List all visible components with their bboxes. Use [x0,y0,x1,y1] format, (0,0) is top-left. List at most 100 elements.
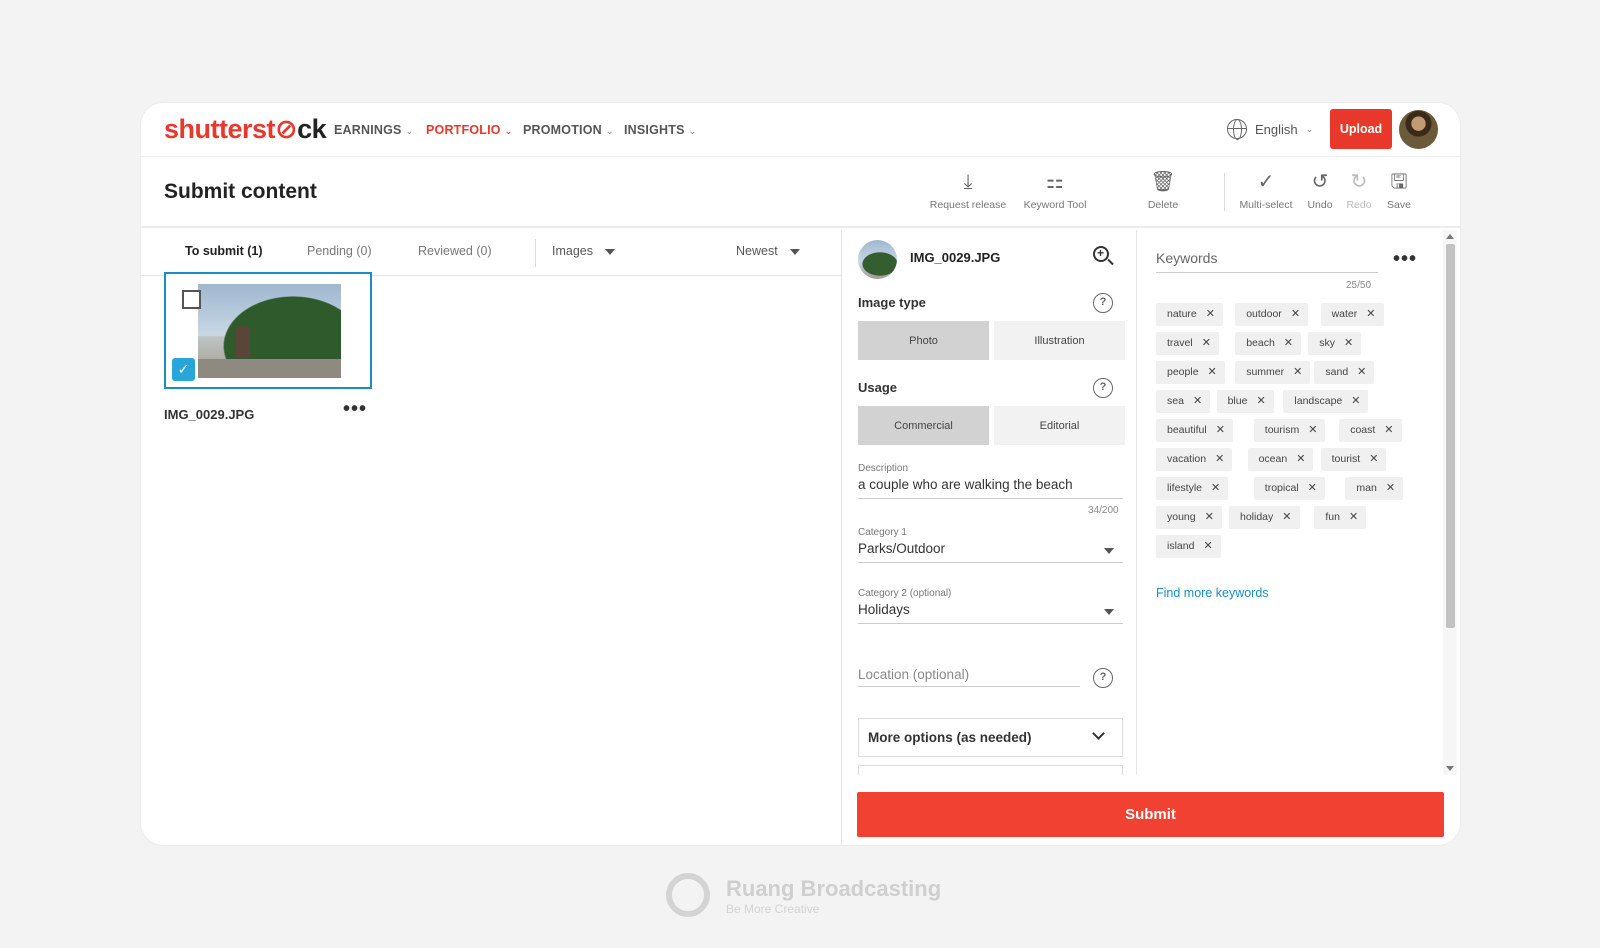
keyword-chip[interactable]: man ✕ [1345,477,1404,500]
caret-down-icon[interactable] [1104,609,1114,615]
nav-insights[interactable]: INSIGHTS ⌄ [624,123,696,137]
help-icon[interactable]: ? [1093,293,1113,313]
remove-keyword-icon[interactable]: ✕ [1386,482,1395,494]
remove-keyword-icon[interactable]: ✕ [1284,337,1293,349]
keyword-chip[interactable]: tropical ✕ [1253,477,1325,500]
keyword-chip[interactable]: beautiful ✕ [1156,419,1233,442]
remove-keyword-icon[interactable]: ✕ [1384,424,1393,436]
zoom-in-icon[interactable]: + [1093,246,1109,262]
request-release-button[interactable]: ⤓ Request release [925,171,1011,211]
form-scrollbar[interactable] [1443,230,1457,775]
asset-select-checkbox[interactable] [182,290,201,309]
tab-to-submit[interactable]: To submit (1) [185,244,263,258]
keyword-chip[interactable]: beach ✕ [1235,332,1302,355]
keyword-chip[interactable]: outdoor ✕ [1235,303,1309,326]
scroll-down-arrow-icon[interactable] [1446,766,1454,771]
multi-select-button[interactable]: ✓ Multi-select [1235,171,1297,211]
keyword-tool-button[interactable]: ⚏ Keyword Tool [1018,171,1092,211]
remove-keyword-icon[interactable]: ✕ [1296,453,1305,465]
usage-editorial-button[interactable]: Editorial [994,406,1125,445]
remove-keyword-icon[interactable]: ✕ [1256,395,1265,407]
usage-commercial-button[interactable]: Commercial [858,406,989,445]
remove-keyword-icon[interactable]: ✕ [1308,482,1317,494]
globe-icon [1227,119,1247,140]
keyword-chip[interactable]: sea ✕ [1156,390,1211,413]
nav-promotion[interactable]: PROMOTION ⌄ [523,123,614,137]
keyword-chip[interactable]: ocean ✕ [1247,448,1314,471]
keyword-chip[interactable]: summer ✕ [1235,361,1311,384]
keyword-chip[interactable]: holiday ✕ [1229,506,1300,529]
tab-pending[interactable]: Pending (0) [307,244,372,258]
keyword-chip[interactable]: blue ✕ [1216,390,1274,413]
remove-keyword-icon[interactable]: ✕ [1216,424,1225,436]
help-icon[interactable]: ? [1093,378,1113,398]
remove-keyword-icon[interactable]: ✕ [1282,511,1291,523]
keyword-chip[interactable]: water ✕ [1320,303,1384,326]
category1-select[interactable]: Parks/Outdoor [858,541,945,556]
upload-button[interactable]: Upload [1330,109,1392,149]
delete-button[interactable]: 🗑 Delete [1144,171,1182,211]
submit-button[interactable]: Submit [857,792,1444,837]
caret-down-icon[interactable] [1104,548,1114,554]
nav-earnings[interactable]: EARNINGS ⌄ [334,123,413,137]
help-icon[interactable]: ? [1093,668,1113,688]
remove-keyword-icon[interactable]: ✕ [1203,540,1212,552]
remove-keyword-icon[interactable]: ✕ [1215,453,1224,465]
nav-portfolio[interactable]: PORTFOLIO ⌄ [426,123,512,137]
shutterstock-logo[interactable]: shutterst⊘ck [164,114,327,145]
keyword-chip[interactable]: vacation ✕ [1156,448,1233,471]
more-options-icon[interactable]: ••• [343,398,367,421]
language-selector[interactable]: English ⌄ [1227,119,1313,140]
image-type-photo-button[interactable]: Photo [858,321,989,360]
keyword-chip[interactable]: travel ✕ [1156,332,1219,355]
keyword-chip[interactable]: coast ✕ [1339,419,1402,442]
image-type-illustration-button[interactable]: Illustration [994,321,1125,360]
undo-button[interactable]: ↺ Undo [1305,171,1335,211]
location-input[interactable] [858,663,1080,687]
keyword-chip[interactable]: sand ✕ [1314,361,1375,384]
keyword-chip[interactable]: tourism ✕ [1253,419,1326,442]
keywords-more-icon[interactable]: ••• [1393,249,1417,269]
remove-keyword-icon[interactable]: ✕ [1291,308,1300,320]
tab-reviewed[interactable]: Reviewed (0) [418,244,492,258]
remove-keyword-icon[interactable]: ✕ [1369,453,1378,465]
sort-dropdown[interactable]: Newest [736,244,800,258]
nav-portfolio-label: PORTFOLIO [426,123,501,137]
keyword-chip-label: holiday [1240,511,1274,523]
avatar[interactable] [1399,110,1438,149]
remove-keyword-icon[interactable]: ✕ [1344,337,1353,349]
more-options-toggle[interactable]: More options (as needed) [858,718,1123,757]
keyword-chip[interactable]: island ✕ [1156,535,1221,558]
category2-select[interactable]: Holidays [858,602,910,617]
remove-keyword-icon[interactable]: ✕ [1193,395,1202,407]
remove-keyword-icon[interactable]: ✕ [1308,424,1317,436]
keyword-chip[interactable]: lifestyle ✕ [1156,477,1229,500]
asset-thumbnail[interactable]: ✓ [164,272,372,389]
keyword-chip[interactable]: fun ✕ [1314,506,1367,529]
remove-keyword-icon[interactable]: ✕ [1202,337,1211,349]
remove-keyword-icon[interactable]: ✕ [1208,366,1217,378]
remove-keyword-icon[interactable]: ✕ [1206,308,1215,320]
redo-button[interactable]: ↻ Redo [1344,171,1374,211]
keyword-chip[interactable]: people ✕ [1156,361,1225,384]
asset-preview-avatar [858,240,897,279]
keyword-chip[interactable]: nature ✕ [1156,303,1223,326]
keyword-chip[interactable]: young ✕ [1156,506,1222,529]
save-button[interactable]: 🖫 Save [1384,171,1414,211]
remove-keyword-icon[interactable]: ✕ [1211,482,1220,494]
find-more-keywords-link[interactable]: Find more keywords [1156,586,1269,600]
scrollbar-thumb[interactable] [1446,244,1455,628]
remove-keyword-icon[interactable]: ✕ [1357,366,1366,378]
category1-underline [858,562,1123,563]
keyword-chip[interactable]: tourist ✕ [1320,448,1387,471]
keyword-chip[interactable]: landscape ✕ [1283,390,1369,413]
keyword-chip[interactable]: sky ✕ [1308,332,1362,355]
remove-keyword-icon[interactable]: ✕ [1205,511,1214,523]
remove-keyword-icon[interactable]: ✕ [1366,308,1375,320]
remove-keyword-icon[interactable]: ✕ [1349,511,1358,523]
remove-keyword-icon[interactable]: ✕ [1293,366,1302,378]
media-type-dropdown[interactable]: Images [552,244,615,258]
description-field[interactable]: a couple who are walking the beach [858,477,1073,492]
remove-keyword-icon[interactable]: ✕ [1351,395,1360,407]
scroll-up-arrow-icon[interactable] [1446,234,1454,239]
